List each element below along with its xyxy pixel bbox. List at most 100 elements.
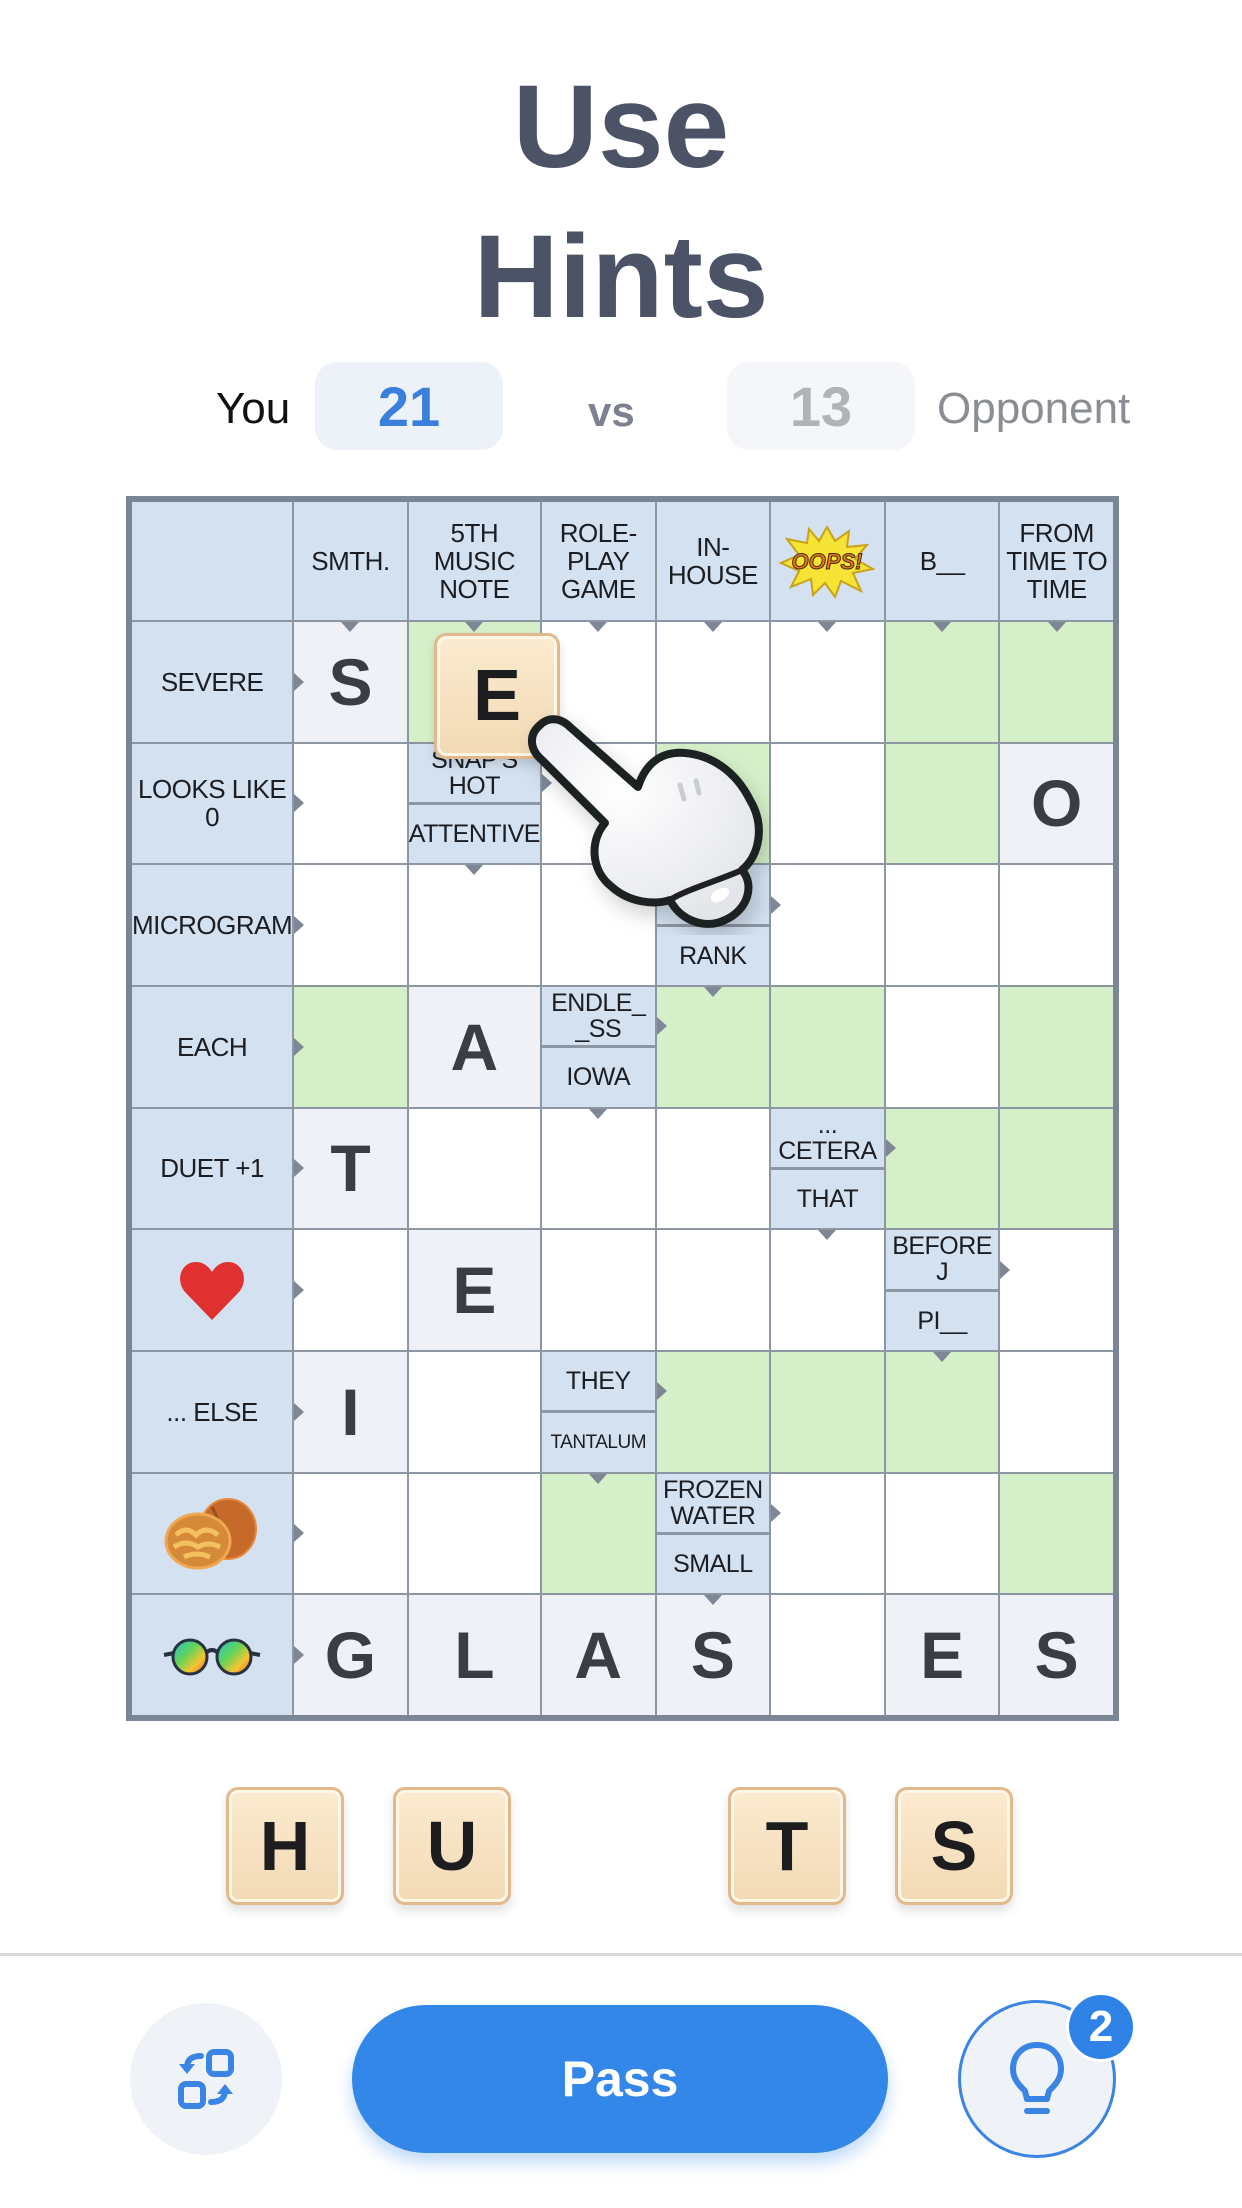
rack-tile[interactable]: U <box>393 1787 511 1905</box>
grid-corner <box>132 502 293 620</box>
pass-button[interactable]: Pass <box>352 2005 888 2153</box>
placed-letter: S <box>1034 1618 1079 1693</box>
split-clue-cell: ENDLE_ _SS IOWA <box>541 986 667 1119</box>
clue-down: IOWA <box>566 1063 631 1092</box>
arrow-down-icon <box>933 622 952 632</box>
clue-text: 5TH MUSIC NOTE <box>433 517 516 605</box>
empty-cell[interactable] <box>771 865 884 985</box>
empty-cell[interactable] <box>771 1595 884 1715</box>
clue-text: ... ELSE <box>166 1396 258 1427</box>
split-clue-cell: BEFORE J PI__ <box>885 1230 1011 1362</box>
empty-cell[interactable] <box>294 1230 407 1350</box>
letter-cell: E <box>885 1595 999 1715</box>
empty-cell[interactable] <box>885 622 999 742</box>
clue-text: B__ <box>919 545 965 576</box>
placed-letter: E <box>920 1618 965 1693</box>
rack-tile[interactable]: T <box>728 1787 846 1905</box>
placed-letter: G <box>324 1618 377 1693</box>
clue-down: SMALL <box>673 1550 753 1579</box>
arrow-down-icon <box>465 622 484 632</box>
empty-cell[interactable] <box>771 1230 884 1350</box>
placed-letter: E <box>452 1253 497 1328</box>
empty-cell[interactable] <box>294 743 407 864</box>
empty-cell[interactable] <box>294 986 407 1107</box>
column-clue: SMTH. <box>294 502 407 632</box>
rack-tile[interactable]: S <box>895 1787 1013 1905</box>
clue-text: IN-HOUSE <box>667 531 758 590</box>
empty-cell[interactable] <box>885 743 999 864</box>
empty-cell[interactable] <box>1000 1473 1113 1594</box>
placed-letter: I <box>341 1374 360 1449</box>
row-clue: ... ELSE <box>132 1351 305 1472</box>
placed-letter: S <box>690 1618 735 1693</box>
empty-cell[interactable] <box>1000 1230 1113 1350</box>
empty-cell[interactable] <box>541 1230 655 1350</box>
empty-cell[interactable] <box>885 1473 999 1594</box>
arrow-right-icon <box>294 1524 305 1543</box>
empty-cell[interactable] <box>1000 986 1113 1107</box>
arrow-right-icon <box>1000 1260 1011 1279</box>
empty-cell[interactable] <box>656 1230 770 1350</box>
arrow-down-icon <box>703 622 722 632</box>
page-title-line-2: Hints <box>473 211 769 343</box>
clue-across: FROZEN WATER <box>656 1474 770 1535</box>
row-clue <box>132 1473 305 1594</box>
empty-cell[interactable] <box>771 1351 884 1472</box>
clue-text: ROLE-PLAY GAME <box>559 517 637 605</box>
empty-cell[interactable] <box>771 622 884 742</box>
swap-tiles-button[interactable] <box>130 2003 282 2155</box>
empty-cell[interactable] <box>1000 1108 1113 1229</box>
placed-letter: S <box>328 644 373 719</box>
you-score: 21 <box>315 362 503 450</box>
empty-cell[interactable] <box>408 1108 540 1229</box>
placed-letter: L <box>454 1618 495 1693</box>
empty-cell[interactable] <box>885 986 999 1107</box>
empty-cell[interactable] <box>656 1108 770 1229</box>
empty-cell[interactable] <box>771 1473 884 1594</box>
hint-count-badge: 2 <box>1066 1992 1136 2062</box>
split-clue-cell: THEY TANTALUM <box>541 1351 667 1484</box>
row-clue: DUET +1 <box>132 1108 305 1229</box>
empty-cell[interactable] <box>656 1351 770 1472</box>
row-clue: EACH <box>132 986 305 1107</box>
empty-cell[interactable] <box>408 1351 540 1472</box>
empty-cell[interactable] <box>1000 1351 1113 1472</box>
letter-cell: O <box>1000 743 1113 864</box>
empty-cell[interactable] <box>541 1108 655 1229</box>
column-clue: FROM TIME TO TIME <box>1000 502 1113 632</box>
empty-cell[interactable] <box>294 1473 407 1594</box>
arrow-down-icon <box>341 622 360 632</box>
empty-cell[interactable] <box>541 1473 655 1594</box>
arrow-right-icon <box>294 1037 305 1056</box>
clue-across: BEFORE J <box>885 1230 999 1292</box>
column-clue: ROLE-PLAY GAME <box>541 502 655 632</box>
empty-cell[interactable] <box>656 986 770 1107</box>
clue-down: RANK <box>679 941 747 970</box>
letter-cell: E <box>408 1230 540 1350</box>
arrow-right-icon <box>656 1017 667 1036</box>
arrow-down-icon <box>465 865 484 876</box>
placed-letter: T <box>330 1131 371 1206</box>
empty-cell[interactable] <box>294 865 407 985</box>
arrow-right-icon <box>294 916 305 935</box>
empty-cell[interactable] <box>885 865 999 985</box>
letter-cell: A <box>541 1595 655 1715</box>
empty-cell[interactable] <box>1000 622 1113 742</box>
letter-cell: A <box>408 986 540 1107</box>
empty-cell[interactable] <box>1000 865 1113 985</box>
empty-cell[interactable] <box>408 1473 540 1594</box>
arrow-down-icon <box>589 1108 608 1119</box>
arrow-right-icon <box>771 1504 782 1523</box>
arrow-right-icon <box>294 1646 305 1665</box>
empty-cell[interactable] <box>885 1351 999 1472</box>
empty-cell[interactable] <box>771 986 884 1107</box>
svg-text:OOPS!: OOPS! <box>792 549 863 574</box>
empty-cell[interactable] <box>885 1108 999 1229</box>
clue-down: TANTALUM <box>550 1431 647 1453</box>
sunglasses-icon <box>163 1638 261 1676</box>
split-clue-cell: ... CETERA THAT <box>771 1108 896 1241</box>
letter-cell: L <box>408 1595 540 1715</box>
rack-tile[interactable]: H <box>226 1787 344 1905</box>
empty-cell[interactable] <box>771 743 884 864</box>
arrow-right-icon <box>294 672 305 691</box>
